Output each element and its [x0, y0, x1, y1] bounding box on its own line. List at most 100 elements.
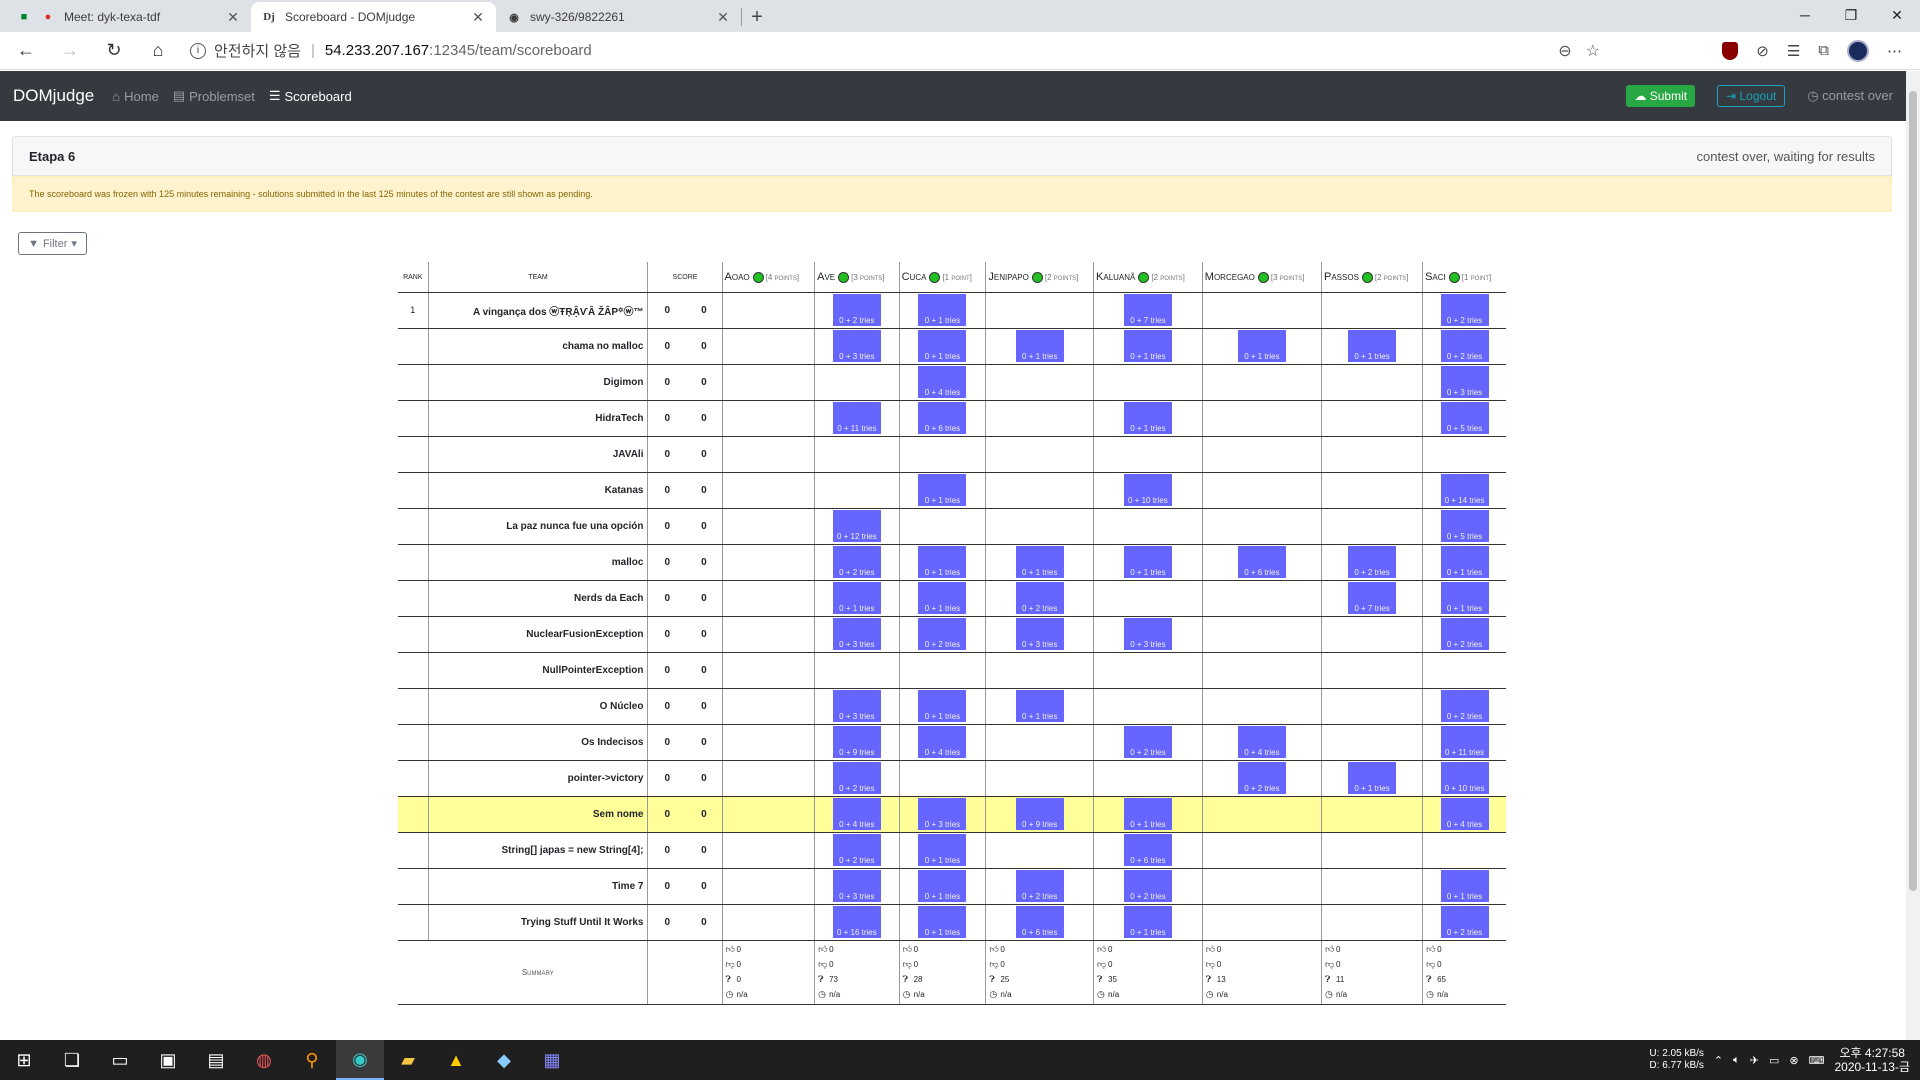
- team-name[interactable]: Sem nome: [427, 796, 648, 833]
- back-button[interactable]: ←: [8, 36, 44, 66]
- ublock-icon[interactable]: [1722, 41, 1739, 60]
- team-name[interactable]: La paz nunca fue una opción: [427, 508, 648, 545]
- windows-start-icon[interactable]: ⊞: [0, 1040, 48, 1080]
- team-name[interactable]: Nerds da Each: [427, 580, 648, 617]
- close-icon[interactable]: ✕: [470, 9, 486, 26]
- team-name[interactable]: Katanas: [427, 472, 648, 509]
- app-icon[interactable]: ▲: [432, 1040, 480, 1080]
- profile-avatar[interactable]: [1847, 39, 1869, 62]
- battery-icon[interactable]: ▭: [1769, 1054, 1779, 1067]
- edge-browser-icon[interactable]: ◉: [336, 1040, 384, 1080]
- extension-icon[interactable]: ⊘: [1756, 42, 1769, 60]
- problem-header[interactable]: Cuca [1 point]: [898, 262, 986, 293]
- pending-cell: 0 + 1 tries: [918, 870, 967, 902]
- nav-problemset-label: Problemset: [189, 88, 255, 104]
- summary-cell: 👍︎ 0 👎︎ 0 ❓︎ 73 ◷ n/a: [814, 940, 900, 1005]
- team-name[interactable]: NuclearFusionException: [427, 616, 648, 653]
- favorites-icon[interactable]: ☰: [1787, 42, 1800, 60]
- url-bar[interactable]: i 안전하지 않음 | 54.233.207.167 :12345/team/s…: [190, 36, 1600, 66]
- home-button[interactable]: ⌂: [140, 36, 176, 66]
- search-icon[interactable]: ⚲: [288, 1040, 336, 1080]
- close-circle-icon[interactable]: ⊗: [1789, 1054, 1798, 1067]
- windows-taskbar: ⊞ ❏ ▭ ▣ ▤ ◍ ⚲ ◉ ▰ ▲ ◆ ▦ U: 2.05 kB/s D: …: [0, 1040, 1920, 1080]
- nav-home[interactable]: ⌂ Home: [112, 89, 159, 104]
- team-name[interactable]: chama no malloc: [427, 328, 648, 365]
- problem-header[interactable]: Jenipapo [2 points]: [985, 262, 1094, 293]
- team-name[interactable]: Digimon: [427, 364, 648, 401]
- file-explorer-icon[interactable]: ▰: [384, 1040, 432, 1080]
- reload-button[interactable]: ↻: [96, 36, 132, 66]
- minimize-button[interactable]: ─: [1782, 0, 1828, 30]
- logout-button[interactable]: ⇥ Logout: [1717, 85, 1786, 107]
- page-scrollbar[interactable]: [1906, 71, 1920, 1041]
- close-icon[interactable]: ✕: [715, 9, 731, 26]
- pending-cell: 0 + 1 tries: [1440, 870, 1489, 902]
- problem-header[interactable]: Morcegao [3 points]: [1201, 262, 1322, 293]
- team-name[interactable]: JAVAli: [427, 436, 648, 473]
- app-icon[interactable]: ▭: [96, 1040, 144, 1080]
- team-name[interactable]: malloc: [427, 544, 648, 581]
- close-window-button[interactable]: ✕: [1874, 0, 1920, 30]
- problem-cell: 0 + 7 tries: [1320, 580, 1423, 617]
- app-icon[interactable]: ◍: [240, 1040, 288, 1080]
- new-tab-button[interactable]: +: [742, 2, 772, 32]
- browser-tab-scoreboard[interactable]: Dj Scoreboard - DOMjudge ✕: [251, 2, 496, 32]
- pending-cell: 0 + 3 tries: [832, 330, 881, 362]
- team-name[interactable]: O Núcleo: [427, 688, 648, 725]
- problem-cell: [721, 400, 815, 437]
- team-name[interactable]: Trying Stuff Until It Works: [427, 904, 648, 941]
- keyboard-icon[interactable]: ⌨: [1809, 1054, 1825, 1067]
- nav-scoreboard[interactable]: ☰ Scoreboard: [269, 88, 352, 104]
- clock-icon: ◷: [1426, 989, 1434, 999]
- zoom-icon[interactable]: ⊖: [1558, 41, 1571, 61]
- close-icon[interactable]: ✕: [225, 9, 241, 26]
- nav-problemset[interactable]: ▤ Problemset: [173, 88, 255, 104]
- problem-cell: [1201, 616, 1322, 653]
- app-icon[interactable]: ◆: [480, 1040, 528, 1080]
- app-icon[interactable]: ▦: [528, 1040, 576, 1080]
- problem-header[interactable]: Saci [1 point]: [1422, 262, 1506, 293]
- restore-button[interactable]: ❐: [1828, 0, 1874, 30]
- volume-icon[interactable]: 🔈︎: [1733, 1054, 1740, 1067]
- team-name[interactable]: Time 7: [427, 868, 648, 905]
- team-name[interactable]: pointer->victory: [427, 760, 648, 797]
- problem-header[interactable]: Aoao [4 points]: [721, 262, 815, 293]
- airplane-icon[interactable]: ✈: [1750, 1054, 1759, 1067]
- problem-header[interactable]: Ave [3 points]: [814, 262, 900, 293]
- balloon-icon: [1448, 271, 1460, 283]
- chevron-up-icon[interactable]: ⌃: [1714, 1054, 1723, 1067]
- team-name[interactable]: String[] japas = new String[4];: [427, 832, 648, 869]
- problem-header[interactable]: Kaluanã [2 points]: [1093, 262, 1203, 293]
- problem-cell: 0 + 12 tries: [814, 508, 900, 545]
- team-name[interactable]: A vingança dos ⓦŦŖẬѴÂ ŽÂP꙳ⓦ™: [427, 292, 648, 329]
- app-icon[interactable]: ▤: [192, 1040, 240, 1080]
- team-name[interactable]: NullPointerException: [427, 652, 648, 689]
- pending-cell: 0 + 2 tries: [918, 618, 967, 650]
- thumbs-down-icon: 👎︎: [989, 959, 999, 969]
- problem-cell: [1320, 508, 1423, 545]
- filter-button[interactable]: ▼ Filter ▾: [18, 232, 87, 255]
- scrollbar-thumb[interactable]: [1909, 91, 1917, 891]
- brand-link[interactable]: DOMjudge: [13, 86, 94, 106]
- team-name[interactable]: Os Indecisos: [427, 724, 648, 761]
- team-name[interactable]: HidraTech: [427, 400, 648, 437]
- browser-tab-meet[interactable]: ■ ● Meet: dyk-texa-tdf ✕: [6, 2, 251, 32]
- pending-cell: 0 + 7 tries: [1348, 582, 1397, 614]
- summary-score: [647, 940, 723, 1005]
- favorite-star-icon[interactable]: ☆: [1586, 41, 1600, 61]
- task-view-icon[interactable]: ❏: [48, 1040, 96, 1080]
- collections-icon[interactable]: ⧉: [1818, 42, 1829, 59]
- problem-points: [3 points]: [1270, 272, 1305, 282]
- problem-cell: 0 + 1 tries: [1201, 328, 1322, 365]
- problem-cell: [721, 868, 815, 905]
- menu-icon[interactable]: ⋯: [1887, 42, 1902, 60]
- clock[interactable]: 오후 4:27:58 2020-11-13-금: [1834, 1046, 1910, 1074]
- question-icon: ❓︎: [818, 974, 824, 984]
- submit-button[interactable]: ☁ Submit: [1626, 85, 1696, 107]
- info-icon[interactable]: i: [190, 42, 206, 59]
- domjudge-icon: Dj: [263, 11, 275, 23]
- browser-tab-github[interactable]: ◉ swy-326/9822261 ✕: [496, 2, 741, 32]
- terminal-icon[interactable]: ▣: [144, 1040, 192, 1080]
- problem-header[interactable]: Passos [2 points]: [1320, 262, 1423, 293]
- forward-button[interactable]: →: [52, 36, 88, 66]
